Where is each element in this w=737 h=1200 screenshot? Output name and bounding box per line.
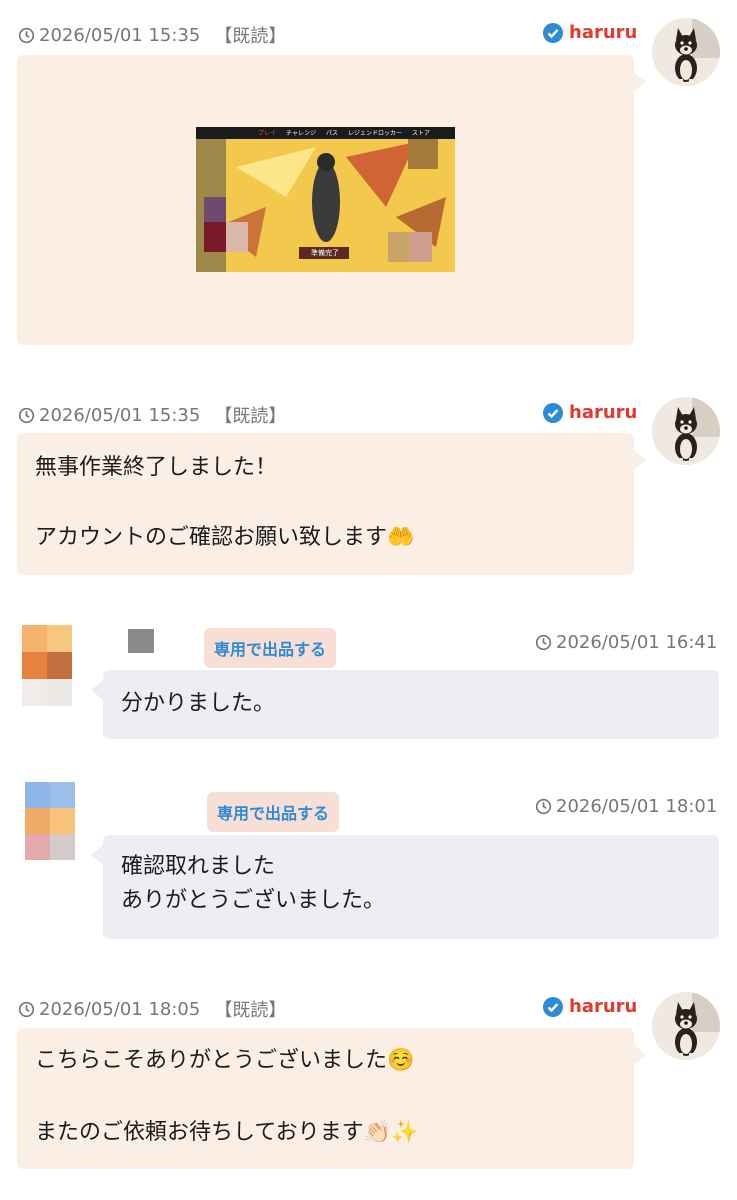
message-5-timestamp: 2026/05/01 18:05 【既読】 [18, 996, 286, 1022]
message-text-line: またのご依頼お待ちしております👏🏻✨ [35, 1120, 419, 1145]
clock-icon [18, 407, 35, 423]
read-status: 【既読】 [214, 26, 287, 47]
avatar[interactable] [652, 397, 720, 465]
message-2-timestamp: 2026/05/01 15:35 【既読】 [18, 402, 286, 428]
shiba-dog-avatar-icon [652, 18, 720, 86]
shiba-dog-avatar-icon [652, 992, 720, 1060]
timestamp-text: 2026/05/01 18:05 [39, 998, 201, 1020]
game-tab: チャレンジ [286, 130, 316, 137]
message-text-line: こちらこそありがとうございました☺️ [35, 1048, 415, 1073]
badge-exclusive-listing[interactable]: 専用で出品する [207, 792, 340, 832]
pixelated-avatar-icon [25, 782, 79, 860]
message-text: 分かりました。 [121, 691, 276, 716]
avatar[interactable] [25, 782, 79, 862]
message-bubble[interactable]: 無事作業終了しました！ アカウントのご確認お願い致します🤲 [17, 433, 634, 575]
shiba-dog-avatar-icon [652, 397, 720, 465]
message-text-line: アカウントのご確認お願い致します🤲 [35, 525, 415, 550]
bubble-tail [634, 72, 646, 92]
avatar[interactable] [652, 992, 720, 1060]
message-3-timestamp: 2026/05/01 16:41 [535, 632, 717, 653]
badge-exclusive-listing[interactable]: 専用で出品する [204, 628, 337, 668]
verified-check-icon [543, 996, 563, 1017]
read-status: 【既読】 [214, 1000, 287, 1021]
message-bubble[interactable]: 分かりました。 [103, 670, 719, 739]
sender-name-text: haruru [569, 402, 638, 423]
document-icon [128, 629, 154, 653]
message-bubble-image[interactable]: 準備完了 プレイ チャレンジ パス レジェンドロッカー ストア [17, 55, 634, 345]
timestamp-text: 2026/05/01 15:35 [39, 24, 201, 46]
game-screenshot-image[interactable]: 準備完了 プレイ チャレンジ パス レジェンドロッカー ストア [196, 127, 455, 272]
bubble-tail [91, 680, 103, 700]
pixelated-avatar-icon [22, 625, 74, 706]
timestamp-text: 2026/05/01 16:41 [556, 632, 718, 653]
bubble-tail [91, 845, 103, 865]
sender-name-text: haruru [569, 996, 638, 1017]
game-tab: プレイ [258, 130, 277, 137]
avatar[interactable] [652, 18, 720, 86]
sender-name-text: haruru [569, 22, 638, 43]
ready-button-caption: 準備完了 [311, 249, 339, 257]
sender-name[interactable]: haruru [543, 402, 637, 423]
message-bubble[interactable]: こちらこそありがとうございました☺️ またのご依頼お待ちしております👏🏻✨ [17, 1028, 634, 1169]
clock-icon [18, 1001, 35, 1017]
sender-name[interactable]: haruru [543, 996, 637, 1017]
message-4-timestamp: 2026/05/01 18:01 [535, 796, 717, 817]
bubble-tail [634, 450, 646, 470]
message-text: 確認取れました ありがとうございました。 [121, 854, 386, 913]
verified-check-icon [543, 22, 563, 43]
game-tab: ストア [412, 130, 431, 137]
message-bubble[interactable]: 確認取れました ありがとうございました。 [103, 835, 719, 939]
game-tab: レジェンドロッカー [347, 130, 402, 137]
avatar[interactable] [22, 625, 74, 707]
clock-icon [535, 798, 552, 815]
message-1-timestamp: 2026/05/01 15:35 【既読】 [18, 22, 286, 48]
sender-name[interactable]: haruru [543, 22, 637, 43]
message-text-line: 無事作業終了しました！ [35, 455, 278, 480]
bubble-tail [634, 1045, 646, 1065]
clock-icon [18, 27, 35, 43]
game-tab: パス [325, 130, 338, 137]
timestamp-text: 2026/05/01 18:01 [556, 796, 718, 817]
timestamp-text: 2026/05/01 15:35 [39, 404, 201, 426]
clock-icon [535, 634, 552, 651]
read-status: 【既読】 [214, 406, 287, 427]
game-tab-bar: プレイ チャレンジ パス レジェンドロッカー ストア [258, 128, 430, 137]
verified-check-icon [543, 402, 563, 423]
